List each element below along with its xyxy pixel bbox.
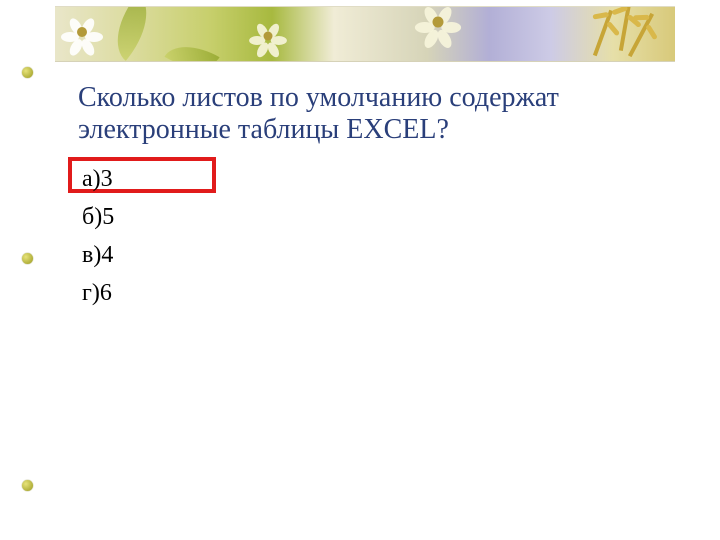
question-title: Сколько листов по умолчанию содержат эле… bbox=[78, 82, 668, 146]
bullet-icon bbox=[22, 253, 33, 264]
bullet-icon bbox=[22, 480, 33, 491]
answer-option-c: в)4 bbox=[78, 239, 114, 277]
bullet-icon bbox=[22, 67, 33, 78]
answer-option-d: г)6 bbox=[78, 277, 114, 315]
answer-option-a: а)3 bbox=[78, 163, 114, 201]
decorative-banner bbox=[55, 6, 675, 62]
slide: Сколько листов по умолчанию содержат эле… bbox=[0, 0, 720, 540]
answer-option-b: б)5 bbox=[78, 201, 114, 239]
answer-list: а)3 б)5 в)4 г)6 bbox=[78, 163, 114, 315]
